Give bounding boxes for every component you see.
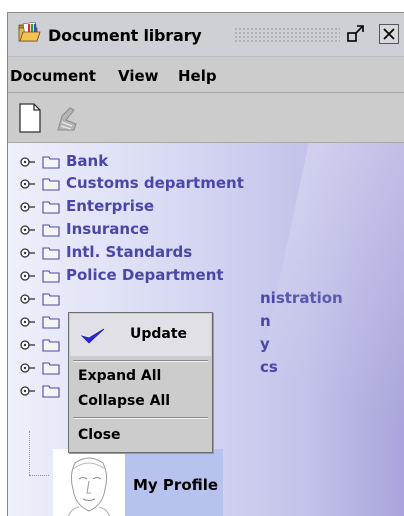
folder-icon [42, 222, 60, 237]
title-bar[interactable]: Document library [8, 13, 404, 57]
tree-item-insurance[interactable]: Insurance [20, 218, 149, 240]
disabled-tool-icon[interactable] [52, 102, 80, 134]
tree-item-label: n [260, 312, 271, 330]
tree-item-police-department[interactable]: Police Department [20, 264, 224, 286]
folder-open-icon [17, 21, 41, 44]
menu-separator [73, 417, 208, 419]
tree-item-administration[interactable]: nistration [20, 287, 343, 309]
tree-connector [29, 475, 49, 477]
window-title: Document library [48, 26, 202, 45]
restore-icon[interactable] [346, 24, 366, 44]
folder-icon [42, 245, 60, 260]
tree-item-bank[interactable]: Bank [20, 150, 108, 172]
expand-toggle-icon[interactable] [20, 268, 36, 282]
menu-help[interactable]: Help [178, 67, 217, 85]
folder-icon [42, 176, 60, 191]
tree-item-label: Police Department [66, 266, 224, 284]
menu-bar: Document View Help [8, 57, 404, 93]
tree-item-hidden[interactable] [20, 379, 66, 401]
expand-toggle-icon[interactable] [20, 314, 36, 328]
menu-view[interactable]: View [118, 67, 159, 85]
new-document-icon[interactable] [16, 102, 44, 134]
folder-icon [42, 383, 60, 398]
expand-toggle-icon[interactable] [20, 291, 36, 305]
folder-icon [42, 314, 60, 329]
expand-toggle-icon[interactable] [20, 360, 36, 374]
tree-item-label: Intl. Standards [66, 243, 193, 261]
folder-icon [42, 199, 60, 214]
close-window-icon[interactable] [379, 24, 399, 44]
tree-item-intl-standards[interactable]: Intl. Standards [20, 241, 192, 263]
expand-toggle-icon[interactable] [20, 199, 36, 213]
tree-item-label: Customs department [66, 174, 244, 192]
my-profile-label: My Profile [133, 476, 219, 494]
tree-item-label: cs [260, 358, 278, 376]
folder-icon [42, 360, 60, 375]
expand-toggle-icon[interactable] [20, 176, 36, 190]
folder-icon [42, 268, 60, 283]
tree-item-label: Bank [66, 152, 109, 170]
tree-item-enterprise[interactable]: Enterprise [20, 195, 154, 217]
profile-face-icon [53, 449, 125, 516]
my-profile-item[interactable]: My Profile [53, 449, 223, 516]
title-grip [234, 27, 340, 43]
tree-item-label: Enterprise [66, 197, 155, 215]
menu-separator [73, 360, 208, 362]
expand-toggle-icon[interactable] [20, 383, 36, 397]
menu-document[interactable]: Document [10, 67, 96, 85]
tree-item-label: nistration [260, 289, 343, 307]
tree-item-label: y [260, 335, 270, 353]
document-tree-panel: Bank Customs department Enterprise Insur… [8, 143, 404, 516]
tree-item-customs-department[interactable]: Customs department [20, 172, 244, 194]
folder-icon [42, 154, 60, 169]
menu-item-collapse-all[interactable]: Collapse All [70, 389, 211, 413]
expand-toggle-icon[interactable] [20, 337, 36, 351]
menu-item-update[interactable]: Update [70, 314, 211, 356]
expand-toggle-icon[interactable] [20, 245, 36, 259]
menu-item-close[interactable]: Close [70, 422, 211, 448]
folder-icon [42, 291, 60, 306]
expand-toggle-icon[interactable] [20, 222, 36, 236]
tree-item-label: Insurance [66, 220, 150, 238]
toolbar [8, 93, 404, 143]
check-icon [80, 326, 106, 346]
context-menu: Update Expand All Collapse All Close [68, 312, 213, 453]
menu-item-label: Collapse All [78, 393, 171, 409]
expand-toggle-icon[interactable] [20, 154, 36, 168]
folder-icon [42, 337, 60, 352]
document-library-window: Document library Document View Help Bank… [7, 12, 404, 516]
tree-connector [29, 431, 31, 475]
menu-item-label: Close [78, 427, 121, 443]
menu-item-label: Expand All [78, 368, 162, 384]
menu-item-label: Update [130, 326, 188, 342]
menu-item-expand-all[interactable]: Expand All [70, 364, 211, 388]
